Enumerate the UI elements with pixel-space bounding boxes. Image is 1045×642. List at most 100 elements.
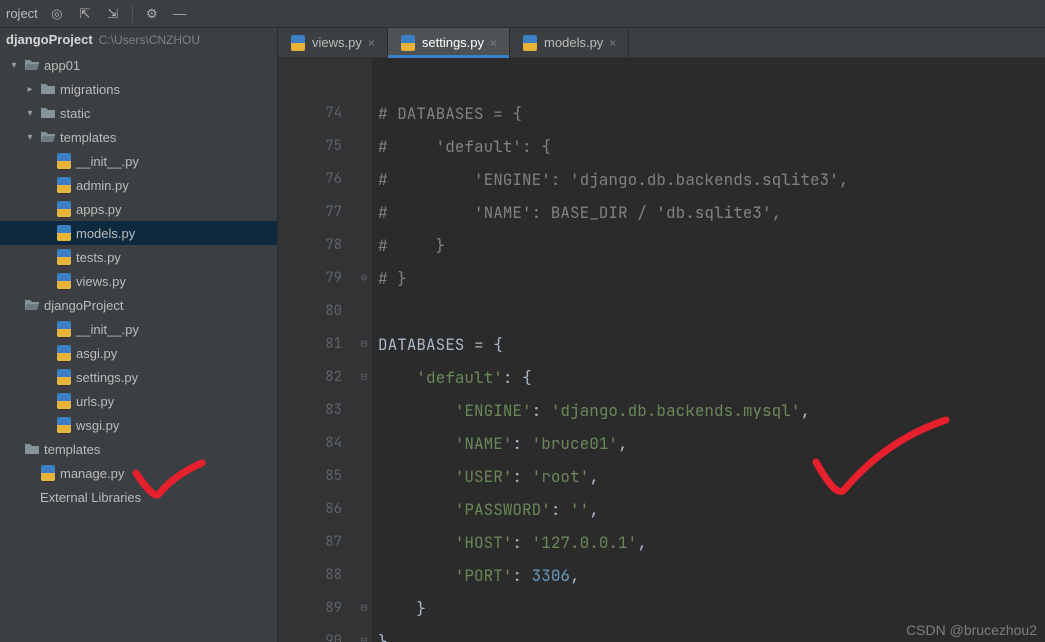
fold-marker[interactable] <box>356 196 372 229</box>
py-icon <box>56 369 72 385</box>
tree-item-manage-py[interactable]: manage.py <box>0 461 277 485</box>
fold-marker[interactable] <box>356 394 372 427</box>
code-line[interactable]: # 'default': { <box>378 130 1045 163</box>
tree-item-djangoproject[interactable]: djangoProject <box>0 293 277 317</box>
tree-item-views-py[interactable]: views.py <box>0 269 277 293</box>
tree-item--init-py[interactable]: __init__.py <box>0 149 277 173</box>
code-line[interactable]: 'PORT': 3306, <box>378 559 1045 592</box>
code-line[interactable] <box>378 64 1045 97</box>
tree-item-admin-py[interactable]: admin.py <box>0 173 277 197</box>
tree-item-label: views.py <box>76 274 126 289</box>
tab-close-icon[interactable]: × <box>368 36 375 50</box>
tab-settings-py[interactable]: settings.py× <box>388 28 510 57</box>
code-line[interactable]: 'NAME': 'bruce01', <box>378 427 1045 460</box>
tree-item-app01[interactable]: app01 <box>0 53 277 77</box>
tree-item-label: __init__.py <box>76 154 139 169</box>
code-line[interactable]: # 'NAME': BASE_DIR / 'db.sqlite3', <box>378 196 1045 229</box>
fold-marker[interactable] <box>356 64 372 97</box>
tree-item-label: migrations <box>60 82 120 97</box>
fold-marker[interactable] <box>356 130 372 163</box>
line-number: 81 <box>278 328 342 361</box>
tree-item-asgi-py[interactable]: asgi.py <box>0 341 277 365</box>
tree-item-external-libraries[interactable]: External Libraries <box>0 485 277 509</box>
fold-marker[interactable] <box>356 526 372 559</box>
tree-item-apps-py[interactable]: apps.py <box>0 197 277 221</box>
fold-marker[interactable] <box>356 559 372 592</box>
hide-icon[interactable]: — <box>171 5 189 23</box>
line-number: 80 <box>278 295 342 328</box>
fold-marker[interactable] <box>356 97 372 130</box>
fold-marker[interactable] <box>356 427 372 460</box>
code-line[interactable]: # DATABASES = { <box>378 97 1045 130</box>
project-tree: app01migrationsstatictemplates__init__.p… <box>0 51 277 511</box>
lib-icon <box>20 489 36 505</box>
tree-item-label: asgi.py <box>76 346 117 361</box>
fold-gutter: ⊖⊟⊟⊟⊟ <box>356 58 372 642</box>
tree-item-label: External Libraries <box>40 490 141 505</box>
code-line[interactable]: 'USER': 'root', <box>378 460 1045 493</box>
chevron-right-icon[interactable] <box>24 84 36 95</box>
fold-marker[interactable]: ⊟ <box>356 592 372 625</box>
tree-item-migrations[interactable]: migrations <box>0 77 277 101</box>
folder-icon <box>24 441 40 457</box>
tab-close-icon[interactable]: × <box>609 36 616 50</box>
line-number: 85 <box>278 460 342 493</box>
code-line[interactable]: # } <box>378 262 1045 295</box>
code-line[interactable]: } <box>378 592 1045 625</box>
project-root-path: C:\Users\CNZHOU <box>99 33 200 47</box>
collapse-icon[interactable]: ⇱ <box>76 5 94 23</box>
code-content[interactable]: # DATABASES = {# 'default': {# 'ENGINE':… <box>372 58 1045 642</box>
target-icon[interactable]: ◎ <box>48 5 66 23</box>
python-icon <box>400 35 416 51</box>
fold-marker[interactable] <box>356 460 372 493</box>
editor-tabs: views.py×settings.py×models.py× <box>278 28 1045 58</box>
py-icon <box>56 393 72 409</box>
py-icon <box>56 201 72 217</box>
fold-marker[interactable] <box>356 493 372 526</box>
tree-item-static[interactable]: static <box>0 101 277 125</box>
line-number: 75 <box>278 130 342 163</box>
tab-models-py[interactable]: models.py× <box>510 28 629 57</box>
code-line[interactable]: DATABASES = { <box>378 328 1045 361</box>
fold-marker[interactable]: ⊟ <box>356 625 372 642</box>
code-line[interactable]: 'ENGINE': 'django.db.backends.mysql', <box>378 394 1045 427</box>
fold-marker[interactable] <box>356 229 372 262</box>
code-line[interactable]: # } <box>378 229 1045 262</box>
tree-item--init-py[interactable]: __init__.py <box>0 317 277 341</box>
fold-marker[interactable]: ⊟ <box>356 328 372 361</box>
code-line[interactable]: 'HOST': '127.0.0.1', <box>378 526 1045 559</box>
folder-open-icon <box>24 297 40 313</box>
project-tab-label[interactable]: roject <box>6 6 38 21</box>
line-number <box>278 64 342 97</box>
line-number: 83 <box>278 394 342 427</box>
tree-item-models-py[interactable]: models.py <box>0 221 277 245</box>
tab-label: views.py <box>312 35 362 50</box>
tree-item-settings-py[interactable]: settings.py <box>0 365 277 389</box>
fold-marker[interactable] <box>356 163 372 196</box>
tree-item-templates[interactable]: templates <box>0 437 277 461</box>
line-number: 84 <box>278 427 342 460</box>
code-line[interactable]: 'default': { <box>378 361 1045 394</box>
py-icon <box>56 177 72 193</box>
code-editor[interactable]: 747576777879808182838485868788899091 ⊖⊟⊟… <box>278 58 1045 642</box>
fold-marker[interactable] <box>356 295 372 328</box>
chevron-down-icon[interactable] <box>24 132 36 143</box>
fold-marker[interactable]: ⊖ <box>356 262 372 295</box>
chevron-down-icon[interactable] <box>8 60 20 71</box>
tree-item-tests-py[interactable]: tests.py <box>0 245 277 269</box>
fold-marker[interactable]: ⊟ <box>356 361 372 394</box>
line-number: 78 <box>278 229 342 262</box>
code-line[interactable] <box>378 295 1045 328</box>
code-line[interactable]: 'PASSWORD': '', <box>378 493 1045 526</box>
tab-views-py[interactable]: views.py × <box>278 28 388 57</box>
tree-item-wsgi-py[interactable]: wsgi.py <box>0 413 277 437</box>
folder-open-icon <box>40 129 56 145</box>
tree-item-templates[interactable]: templates <box>0 125 277 149</box>
gear-icon[interactable]: ⚙ <box>143 5 161 23</box>
tree-item-urls-py[interactable]: urls.py <box>0 389 277 413</box>
expand-icon[interactable]: ⇲ <box>104 5 122 23</box>
code-line[interactable]: # 'ENGINE': 'django.db.backends.sqlite3'… <box>378 163 1045 196</box>
project-root-row[interactable]: djangoProject C:\Users\CNZHOU <box>0 28 277 51</box>
tab-close-icon[interactable]: × <box>490 36 497 50</box>
chevron-down-icon[interactable] <box>24 108 36 119</box>
